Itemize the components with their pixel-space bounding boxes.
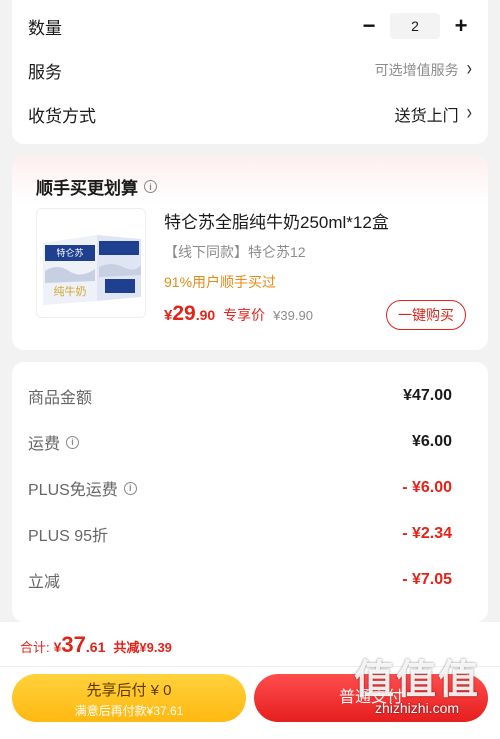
quantity-label: 数量 (28, 18, 62, 38)
product-name[interactable]: 特仑苏全脂纯牛奶250ml*12盒 (164, 208, 389, 233)
divider (0, 666, 500, 667)
total-label: 合计: (20, 640, 50, 655)
bundle-card: 顺手买更划算 i 特仑苏 纯牛奶 特仑苏全脂纯牛奶250ml*12盒 【线下同款… (12, 156, 488, 350)
pay-later-title: 先享后付 ¥ 0 (86, 682, 172, 699)
plus-discount-row: PLUS 95折 - ¥2.34 (28, 522, 452, 546)
delivery-value: 送货上门 (394, 108, 459, 125)
total-amount: ¥37.61 (53, 632, 106, 657)
total-line: 合计: ¥37.61 共减¥9.39 (20, 632, 172, 658)
service-row[interactable]: 服务 可选增值服务 › (28, 52, 472, 88)
pay-later-subtitle: 满意后再付款¥37.61 (74, 704, 184, 718)
pay-later-button[interactable]: 先享后付 ¥ 0 满意后再付款¥37.61 (12, 674, 246, 722)
info-icon[interactable]: i (144, 180, 157, 193)
plus-button[interactable]: + (450, 15, 472, 37)
options-card: 数量 − 2 + 服务 可选增值服务 › 收货方式 送货上门 › (12, 0, 488, 144)
delivery-label: 收货方式 (28, 106, 96, 126)
instant-discount-value: - ¥7.05 (402, 571, 452, 588)
bundle-price-line: ¥29.90 专享价 ¥39.90 (164, 302, 313, 326)
instant-discount-row: 立减 - ¥7.05 (28, 568, 452, 592)
total-saved: 共减¥9.39 (113, 640, 172, 655)
quantity-row: 数量 − 2 + (28, 8, 472, 44)
delivery-row[interactable]: 收货方式 送货上门 › (28, 96, 472, 132)
plus-free-shipping-row: PLUS免运费 i - ¥6.00 (28, 476, 452, 500)
plus-free-shipping-label: PLUS免运费 i (28, 476, 137, 500)
original-price: ¥39.90 (273, 308, 313, 323)
price-details-card: 商品金额 ¥47.00 运费 i ¥6.00 PLUS免运费 i - ¥6.00 P… (12, 362, 488, 622)
chevron-right-icon: › (466, 58, 472, 81)
chevron-right-icon: › (466, 102, 472, 125)
one-click-buy-button[interactable]: 一键购买 (386, 300, 466, 330)
shipping-value: ¥6.00 (411, 433, 452, 450)
svg-text:纯牛奶: 纯牛奶 (54, 284, 87, 298)
product-bought-stat: 91%用户顺手买过 (164, 274, 277, 290)
info-icon[interactable]: i (66, 435, 80, 449)
goods-amount-row: 商品金额 ¥47.00 (28, 384, 452, 408)
bundle-title: 顺手买更划算 i (36, 174, 157, 199)
goods-amount-label: 商品金额 (28, 390, 93, 407)
goods-amount-value: ¥47.00 (403, 387, 452, 404)
shipping-label: 运费 i (28, 430, 80, 454)
svg-text:特仑苏: 特仑苏 (56, 247, 83, 259)
bundle-title-text: 顺手买更划算 (36, 179, 138, 198)
plus-free-shipping-value: - ¥6.00 (402, 479, 452, 496)
product-subtitle: 【线下同款】特仑苏12 (164, 244, 306, 260)
exclusive-price-tag: 专享价 (223, 307, 266, 323)
plus-discount-label: PLUS 95折 (28, 528, 109, 545)
checkout-bar: 合计: ¥37.61 共减¥9.39 先享后付 ¥ 0 满意后再付款¥37.61… (0, 622, 500, 739)
exclusive-price: ¥29.90 (164, 302, 216, 325)
minus-button[interactable]: − (358, 15, 380, 37)
shipping-row: 运费 i ¥6.00 (28, 430, 452, 454)
product-image[interactable]: 特仑苏 纯牛奶 (36, 208, 146, 318)
quantity-stepper: − 2 + (358, 13, 472, 39)
service-value: 可选增值服务 (374, 62, 459, 78)
service-label: 服务 (28, 62, 62, 82)
plus-discount-value: - ¥2.34 (402, 525, 452, 542)
quantity-input[interactable]: 2 (390, 13, 440, 39)
milk-box-image-icon: 特仑苏 纯牛奶 (37, 209, 145, 317)
info-icon[interactable]: i (123, 481, 137, 495)
instant-discount-label: 立减 (28, 574, 61, 591)
normal-pay-button[interactable]: 普通支付 (254, 674, 488, 722)
